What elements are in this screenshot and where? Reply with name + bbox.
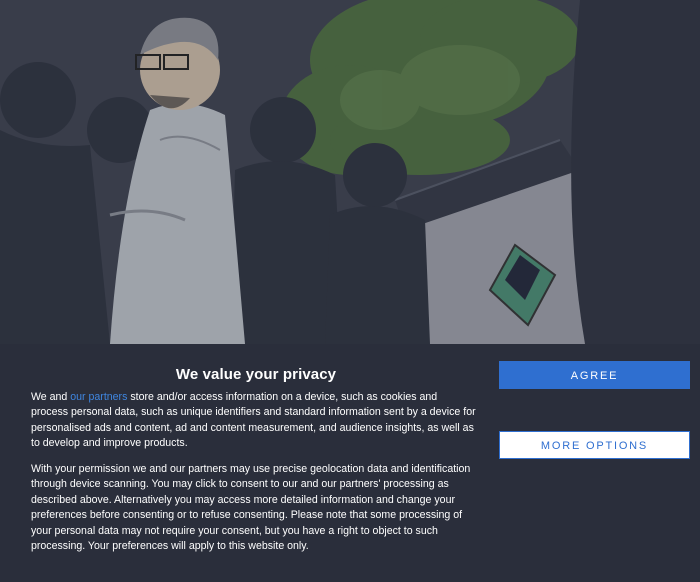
our-partners-link[interactable]: our partners xyxy=(70,391,127,403)
agree-button[interactable]: AGREE xyxy=(499,361,690,389)
paragraph1-text-start: We and xyxy=(31,391,71,403)
consent-title: We value your privacy xyxy=(175,366,337,383)
background-artwork xyxy=(0,0,700,344)
overlay-dim xyxy=(0,0,700,344)
privacy-consent-panel: We value your privacy We and our partner… xyxy=(0,344,700,582)
consent-paragraph-2: With your permission we and our partners… xyxy=(31,463,471,553)
consent-paragraph-1: We and our partners store and/or access … xyxy=(31,390,476,452)
more-options-button[interactable]: MORE OPTIONS xyxy=(499,431,690,459)
